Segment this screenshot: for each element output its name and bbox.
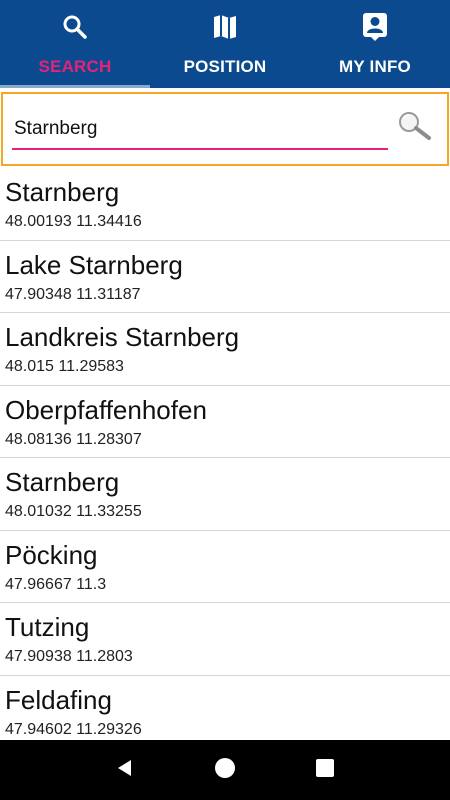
list-item[interactable]: Lake Starnberg 47.90348 11.31187: [0, 241, 450, 313]
home-icon: [214, 757, 236, 784]
result-name: Landkreis Starnberg: [5, 322, 240, 352]
result-name: Starnberg: [5, 177, 120, 207]
result-name: Starnberg: [5, 467, 120, 497]
active-tab-indicator: [0, 85, 150, 88]
result-coords: 47.90348 11.31187: [5, 285, 141, 303]
result-coords: 48.08136 11.28307: [5, 430, 142, 448]
back-icon: [115, 758, 135, 783]
tab-bar: SEARCH POSITION MY INFO: [0, 0, 450, 88]
result-coords: 47.90938 11.2803: [5, 648, 133, 665]
result-name: Pöcking: [5, 539, 98, 570]
tab-search[interactable]: SEARCH: [0, 0, 150, 88]
result-name: Tutzing: [5, 612, 90, 642]
result-name: Oberpfaffenhofen: [5, 394, 207, 425]
recents-icon: [316, 758, 334, 782]
account-icon: [360, 12, 390, 42]
list-item[interactable]: Starnberg 48.00193 11.34416: [0, 168, 450, 241]
result-coords: 48.01032 11.33255: [5, 503, 142, 520]
tab-my-info[interactable]: MY INFO: [300, 0, 450, 88]
tab-search-label: SEARCH: [38, 57, 112, 76]
system-nav-bar: [0, 740, 450, 800]
home-button[interactable]: [205, 750, 245, 790]
tab-position[interactable]: POSITION: [150, 0, 300, 88]
list-item[interactable]: Oberpfaffenhofen 48.08136 11.28307: [0, 386, 450, 458]
list-item[interactable]: Feldafing 47.94602 11.29326: [0, 676, 450, 741]
magnifier-icon: [397, 110, 433, 147]
recents-button[interactable]: [305, 750, 345, 790]
result-name: Lake Starnberg: [5, 249, 183, 280]
search-input[interactable]: [12, 114, 388, 150]
tab-my-info-label: MY INFO: [339, 57, 411, 76]
result-coords: 48.00193 11.34416: [5, 213, 142, 230]
list-item[interactable]: Starnberg 48.01032 11.33255: [0, 458, 450, 531]
results-list: Starnberg 48.00193 11.34416 Lake Starnbe…: [0, 168, 450, 740]
tab-position-label: POSITION: [183, 57, 267, 76]
result-name: Feldafing: [5, 684, 112, 715]
search-button[interactable]: [395, 108, 435, 148]
search-box: [1, 92, 449, 166]
result-coords: 47.96667 11.3: [5, 575, 107, 593]
result-coords: 48.015 11.29583: [5, 358, 124, 375]
list-item[interactable]: Pöcking 47.96667 11.3: [0, 531, 450, 603]
search-icon: [60, 12, 90, 42]
back-button[interactable]: [105, 750, 145, 790]
map-icon: [210, 12, 240, 42]
list-item[interactable]: Landkreis Starnberg 48.015 11.29583: [0, 313, 450, 386]
result-coords: 47.94602 11.29326: [5, 720, 142, 738]
list-item[interactable]: Tutzing 47.90938 11.2803: [0, 603, 450, 676]
